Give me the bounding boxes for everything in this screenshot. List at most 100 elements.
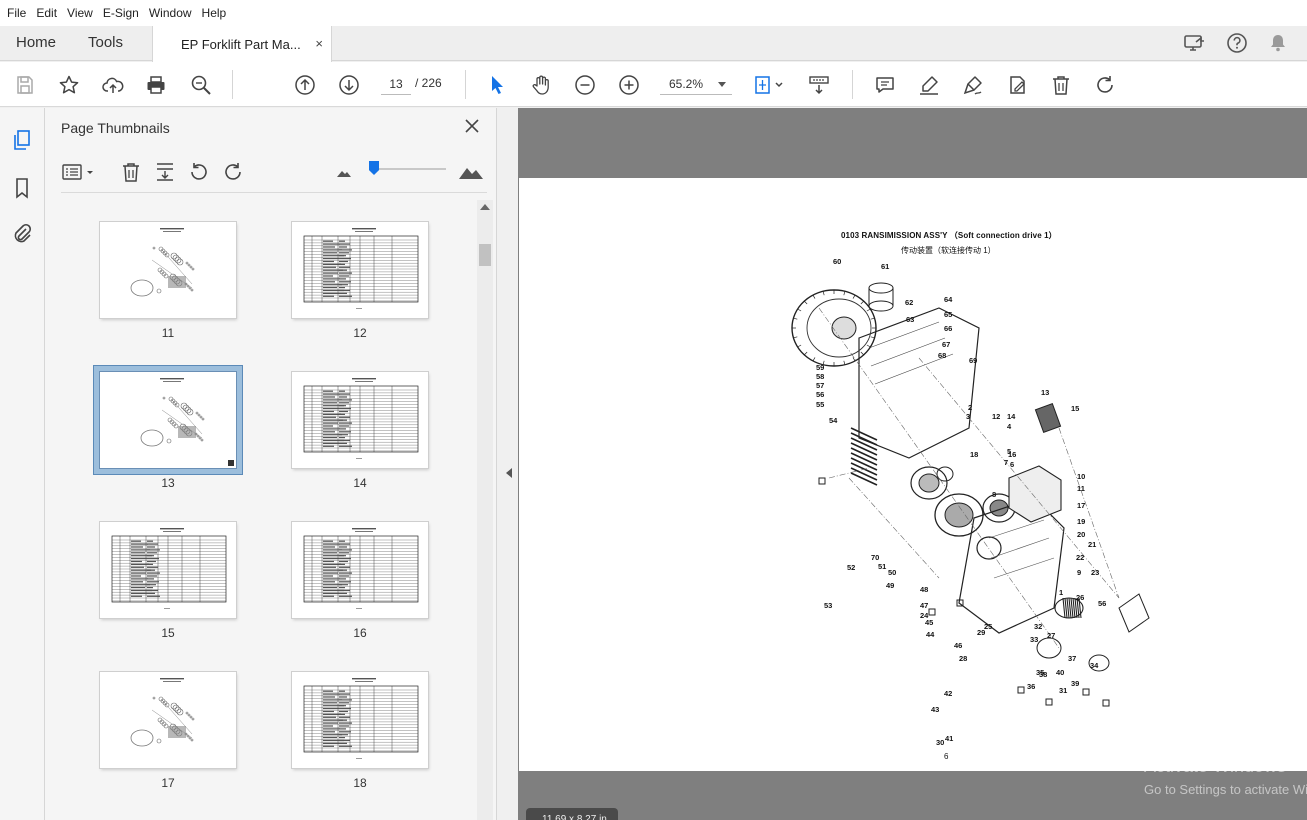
part-callout-number: 14 (1007, 412, 1016, 421)
main-toolbar: 13 / 226 65.2% (0, 62, 1307, 107)
bookmarks-icon[interactable] (10, 176, 34, 200)
thumbnail-size-slider[interactable] (373, 168, 446, 170)
page-thumbnail[interactable] (100, 372, 236, 468)
part-callout-number: 17 (1077, 501, 1085, 510)
part-callout-number: 50 (888, 568, 896, 577)
thumbnail-drawing-preview (130, 678, 195, 747)
part-callout-number: 69 (969, 356, 977, 365)
zoom-in-icon[interactable] (616, 72, 642, 98)
part-callout-number: 2 (968, 403, 972, 412)
small-mountain-icon (332, 160, 356, 184)
rotate-clockwise-icon[interactable] (1092, 72, 1118, 98)
part-callout-number: 9 (1077, 568, 1081, 577)
acrobat-window: File Edit View E-Sign Window Help Home T… (0, 0, 1307, 820)
menu-esign[interactable]: E-Sign (98, 6, 144, 20)
current-page-input[interactable]: 13 (381, 73, 411, 95)
select-cursor-icon[interactable] (484, 72, 510, 98)
menu-view[interactable]: View (62, 6, 98, 20)
page-thumbnail[interactable] (292, 222, 428, 318)
menu-edit[interactable]: Edit (31, 6, 62, 20)
rotate-counterclockwise-icon[interactable] (187, 160, 211, 184)
thumbnail-page-label: 13 (161, 476, 175, 490)
part-callout-number: 10 (1077, 472, 1085, 481)
chevron-down-icon (718, 82, 726, 87)
sign-pen-icon[interactable] (960, 72, 986, 98)
hand-tool-icon[interactable] (528, 72, 554, 98)
part-callout-number: 13 (1041, 388, 1049, 397)
part-callout-number: 29 (977, 628, 985, 637)
thumbnail-drawing-preview (130, 228, 195, 297)
comment-icon[interactable] (872, 72, 898, 98)
delete-pages-icon[interactable] (119, 160, 143, 184)
collapse-panel-icon[interactable] (506, 468, 512, 478)
toolbar-divider (232, 70, 233, 99)
part-callout-number: 53 (824, 601, 832, 610)
scroll-mode-icon[interactable] (806, 72, 832, 98)
tab-home[interactable]: Home (16, 34, 56, 51)
page-thumbnails-icon[interactable] (10, 128, 34, 152)
zoom-out-icon[interactable] (572, 72, 598, 98)
notifications-bell-icon[interactable] (1266, 31, 1290, 55)
zoom-level-select[interactable]: 65.2% (660, 73, 732, 95)
fit-page-icon[interactable] (752, 72, 788, 98)
print-icon[interactable] (143, 72, 169, 98)
part-callout-number: 3 (966, 412, 970, 421)
menu-window[interactable]: Window (144, 6, 197, 20)
share-screen-icon[interactable] (1182, 31, 1206, 55)
tab-bar: Home Tools EP Forklift Part Ma... × (0, 26, 1307, 62)
thumbnail-options-icon[interactable] (61, 160, 97, 184)
part-callout-number: 1 (1059, 588, 1063, 597)
highlight-pen-icon[interactable] (916, 72, 942, 98)
part-callout-number: 55 (816, 400, 824, 409)
page-thumbnail[interactable] (100, 672, 236, 768)
rotate-clockwise-icon[interactable] (221, 160, 245, 184)
insert-pages-icon[interactable] (153, 160, 177, 184)
scrollbar-thumb[interactable] (479, 244, 491, 266)
part-callout-number: 67 (942, 340, 950, 349)
thumbnail-scrollbar[interactable] (477, 200, 493, 820)
bookmark-star-icon[interactable] (56, 72, 82, 98)
divider (61, 192, 487, 193)
help-icon[interactable] (1225, 31, 1249, 55)
panel-splitter[interactable] (498, 108, 518, 820)
page-thumbnail[interactable] (100, 522, 236, 618)
next-page-icon[interactable] (336, 72, 362, 98)
tab-document[interactable]: EP Forklift Part Ma... × (152, 26, 332, 62)
save-icon[interactable] (12, 72, 38, 98)
activate-windows-watermark: Activate Windows (1144, 756, 1287, 776)
part-callout-number: 20 (1077, 530, 1085, 539)
document-view[interactable]: 0103 RANSIMISSION ASS'Y （Soft connection… (518, 108, 1307, 820)
part-callout-number: 21 (1088, 540, 1096, 549)
page-thumbnail[interactable] (292, 372, 428, 468)
part-callout-number: 32 (1034, 622, 1042, 631)
close-icon[interactable] (463, 117, 481, 135)
part-callout-number: 18 (970, 450, 978, 459)
part-callout-number: 42 (944, 689, 952, 698)
part-callout-number: 48 (920, 585, 928, 594)
upload-cloud-icon[interactable] (100, 72, 126, 98)
thumbnail-page-label: 11 (161, 326, 175, 340)
edit-pdf-icon[interactable] (1004, 72, 1030, 98)
toolbar-divider (465, 70, 466, 99)
tab-close-icon[interactable]: × (315, 36, 323, 51)
part-callout-number: 64 (944, 295, 953, 304)
part-callout-number: 54 (829, 416, 838, 425)
menu-help[interactable]: Help (197, 6, 232, 20)
search-zoom-icon[interactable] (188, 72, 214, 98)
exploded-parts-diagram: 60616263646566676869595857565554131523 12… (791, 257, 1150, 747)
part-callout-number: 19 (1077, 517, 1085, 526)
page-thumbnail[interactable] (292, 672, 428, 768)
previous-page-icon[interactable] (292, 72, 318, 98)
scroll-up-icon[interactable] (480, 204, 490, 210)
part-callout-number: 59 (816, 363, 824, 372)
part-callout-number: 4 (1007, 422, 1012, 431)
attachments-paperclip-icon[interactable] (10, 222, 34, 246)
page-thumbnail[interactable] (100, 222, 236, 318)
toolbar-divider (852, 70, 853, 99)
page-thumbnail[interactable] (292, 522, 428, 618)
tab-tools[interactable]: Tools (88, 34, 123, 51)
delete-trash-icon[interactable] (1048, 72, 1074, 98)
part-callout-number: 22 (1076, 553, 1084, 562)
menu-file[interactable]: File (2, 6, 31, 20)
thumbnail-drawing-preview (140, 378, 234, 466)
